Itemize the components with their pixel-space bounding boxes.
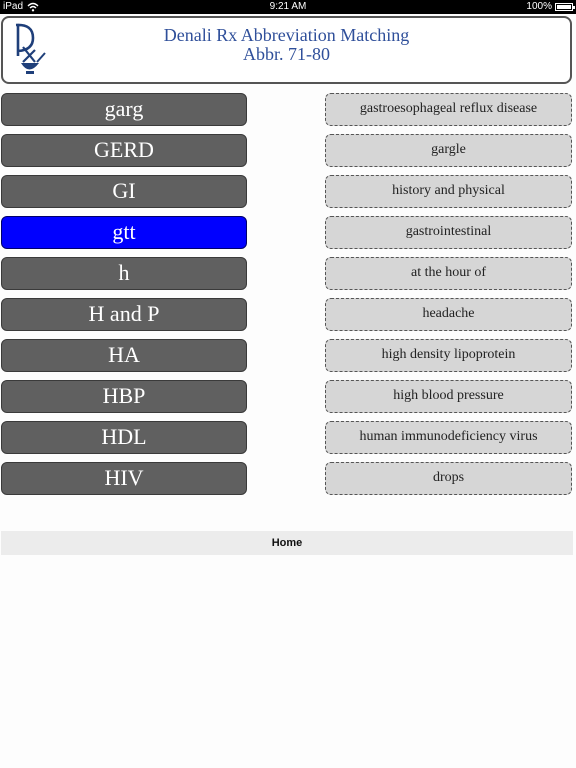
battery-percent: 100% xyxy=(526,1,552,12)
definition-drop-target[interactable]: at the hour of xyxy=(325,257,572,290)
header-titles: Denali Rx Abbreviation Matching Abbr. 71… xyxy=(3,26,570,64)
abbreviation-button[interactable]: HBP xyxy=(1,380,247,413)
definition-drop-target[interactable]: gargle xyxy=(325,134,572,167)
definition-drop-target[interactable]: drops xyxy=(325,462,572,495)
home-button[interactable]: Home xyxy=(1,531,573,555)
definition-drop-target[interactable]: gastrointestinal xyxy=(325,216,572,249)
abbreviation-button[interactable]: HDL xyxy=(1,421,247,454)
app-header: Denali Rx Abbreviation Matching Abbr. 71… xyxy=(1,16,572,84)
status-bar: iPad 9:21 AM 100% xyxy=(0,0,576,14)
definition-drop-target[interactable]: high blood pressure xyxy=(325,380,572,413)
page-subtitle: Abbr. 71-80 xyxy=(243,44,330,64)
abbreviation-button[interactable]: HIV xyxy=(1,462,247,495)
status-time: 9:21 AM xyxy=(269,1,307,12)
abbreviation-button[interactable]: GERD xyxy=(1,134,247,167)
abbreviation-button[interactable]: GI xyxy=(1,175,247,208)
abbreviation-button[interactable]: gtt xyxy=(1,216,247,249)
status-right: 100% xyxy=(526,0,575,14)
abbreviation-button[interactable]: h xyxy=(1,257,247,290)
definition-drop-target[interactable]: gastroesophageal reflux disease xyxy=(325,93,572,126)
definition-drop-target[interactable]: human immunodeficiency virus xyxy=(325,421,572,454)
battery-icon xyxy=(555,3,575,11)
definition-drop-target[interactable]: high density lipoprotein xyxy=(325,339,572,372)
definition-drop-target[interactable]: history and physical xyxy=(325,175,572,208)
abbreviation-button[interactable]: H and P xyxy=(1,298,247,331)
abbreviation-button[interactable]: garg xyxy=(1,93,247,126)
abbreviation-button[interactable]: HA xyxy=(1,339,247,372)
page-title: Denali Rx Abbreviation Matching xyxy=(163,25,410,45)
definition-drop-target[interactable]: headache xyxy=(325,298,572,331)
